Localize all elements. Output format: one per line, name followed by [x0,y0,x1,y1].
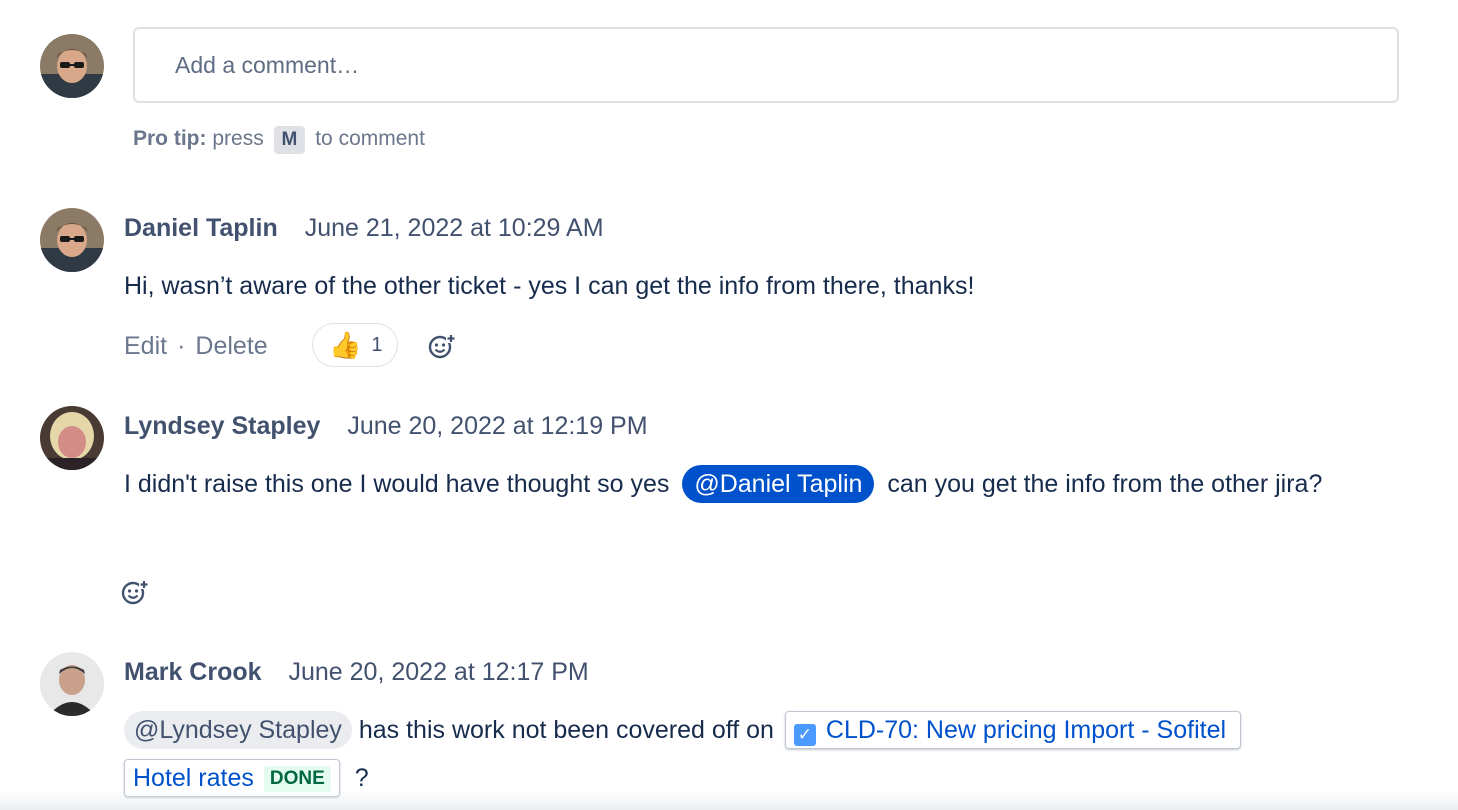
comment-input[interactable]: Add a comment… [133,27,1399,103]
comment-timestamp[interactable]: June 20, 2022 at 12:17 PM [289,658,589,686]
separator: · [177,332,186,360]
comment-timestamp[interactable]: June 21, 2022 at 10:29 AM [305,214,604,242]
comment-body: @Lyndsey Stapley has this work not been … [124,706,1364,802]
user-mention[interactable]: @Lyndsey Stapley [124,711,352,749]
comment-header: Lyndsey Stapley June 20, 2022 at 12:19 P… [124,410,648,442]
comment-body: I didn't raise this one I would have tho… [124,460,1364,508]
issue-link[interactable]: ✓ CLD-70: New pricing Import - Sofitel [784,711,1242,749]
scroll-fade [0,792,1458,810]
comment-body: Hi, wasn’t aware of the other ticket - y… [124,262,1364,310]
author-name[interactable]: Lyndsey Stapley [124,412,320,440]
add-reaction-icon[interactable] [120,578,150,608]
edit-button[interactable]: Edit [124,332,167,360]
thumbs-up-icon: 👍 [329,330,362,360]
author-name[interactable]: Daniel Taplin [124,214,278,242]
comment-text: I didn't raise this one I would have tho… [124,470,670,498]
comment-text: has this work not been covered off on [358,716,774,744]
keyboard-shortcut-key: M [273,126,306,154]
comment-text: Hi, wasn’t aware of the other ticket - y… [124,272,975,300]
comment-actions: Edit · Delete [124,322,268,370]
comment-text: can you get the info from the other jira… [887,470,1323,498]
current-user-avatar [40,34,104,98]
status-lozenge: DONE [263,766,331,792]
comment-header: Daniel Taplin June 21, 2022 at 10:29 AM [124,212,604,244]
issue-title: CLD-70: New pricing Import - Sofitel [825,716,1227,744]
author-avatar[interactable] [40,208,104,272]
reaction-count: 1 [371,334,383,356]
pro-tip-text: press [212,127,264,150]
comment-text: ? [354,764,369,792]
author-name[interactable]: Mark Crook [124,658,262,686]
add-reaction-icon[interactable] [427,332,457,362]
user-mention[interactable]: @Daniel Taplin [682,465,875,503]
checkbox-icon: ✓ [793,724,816,746]
pro-tip-text-end: to comment [315,127,425,150]
issue-title: Hotel rates [133,764,254,792]
comment-timestamp[interactable]: June 20, 2022 at 12:19 PM [347,412,647,440]
reaction-thumbs-up[interactable]: 👍 1 [312,323,398,367]
author-avatar[interactable] [40,406,104,470]
delete-button[interactable]: Delete [195,332,267,360]
author-avatar[interactable] [40,652,104,716]
pro-tip: Pro tip: press M to comment [133,124,425,154]
pro-tip-label: Pro tip: [133,127,207,150]
comment-header: Mark Crook June 20, 2022 at 12:17 PM [124,656,589,688]
